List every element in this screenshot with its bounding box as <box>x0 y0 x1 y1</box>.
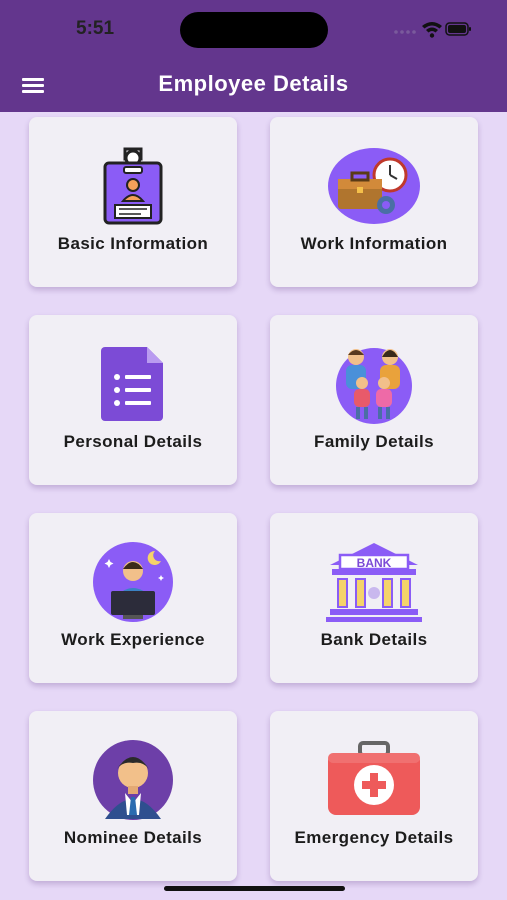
family-icon <box>270 343 478 425</box>
svg-text:BANK: BANK <box>357 556 392 570</box>
card-label: Emergency Details <box>294 828 454 847</box>
card-label: Personal Details <box>63 432 203 451</box>
first-aid-kit-icon <box>270 739 478 821</box>
card-work-experience[interactable]: Work Experience <box>29 513 237 683</box>
card-basic-information[interactable]: Basic Information <box>29 117 237 287</box>
bank-icon: BANK <box>270 541 478 623</box>
card-emergency-details[interactable]: Emergency Details <box>270 711 478 881</box>
form-document-icon <box>29 343 237 425</box>
briefcase-clock-icon <box>270 145 478 227</box>
card-label: Basic Information <box>57 234 209 253</box>
worker-at-desk-icon <box>29 541 237 623</box>
card-label: Bank Details <box>320 630 428 649</box>
card-nominee-details[interactable]: Nominee Details <box>29 711 237 881</box>
card-work-information[interactable]: Work Information <box>270 117 478 287</box>
card-family-details[interactable]: Family Details <box>270 315 478 485</box>
businessman-avatar-icon <box>29 739 237 821</box>
card-label: Nominee Details <box>63 828 203 847</box>
card-personal-details[interactable]: Personal Details <box>29 315 237 485</box>
card-label: Work Information <box>300 234 448 253</box>
home-indicator[interactable] <box>164 886 345 891</box>
card-label: Family Details <box>314 432 434 451</box>
card-label: Work Experience <box>61 630 205 649</box>
id-badge-icon <box>29 145 237 227</box>
card-bank-details[interactable]: BANK Bank Details <box>270 513 478 683</box>
employee-menu-grid: Basic Information Work Information Perso… <box>0 0 507 900</box>
